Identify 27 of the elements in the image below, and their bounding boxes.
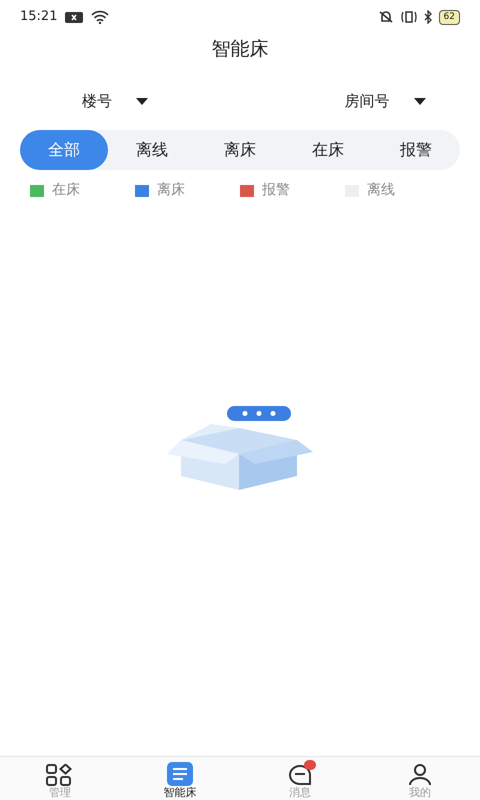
list-icon [167, 762, 193, 786]
bluetooth-icon [424, 10, 433, 24]
filter-tab[interactable]: 离床 [196, 130, 284, 170]
legend-label: 报警 [262, 181, 290, 200]
filter-tab[interactable]: 全部 [20, 130, 108, 170]
mute-icon [378, 10, 394, 24]
caret-icon [414, 98, 426, 104]
dropdown-filter[interactable]: 楼号 [82, 86, 148, 116]
vibrate-icon [400, 10, 418, 24]
legend-label: 在床 [52, 181, 80, 200]
legend-label: 离床 [157, 181, 185, 200]
wifi-icon [91, 10, 110, 24]
filter-tab[interactable]: 报警 [372, 130, 460, 170]
caret-icon [136, 98, 148, 104]
legend-label: 离线 [367, 181, 395, 200]
battery-icon: 62 [438, 10, 460, 24]
grid-icon [46, 764, 74, 786]
filter-tab[interactable]: 在床 [284, 130, 372, 170]
dropdown-filter[interactable]: 房间号 [344, 86, 426, 116]
person-icon [408, 764, 432, 786]
nav-tab[interactable]: 智能床 [120, 757, 240, 800]
page-title: 智能床 [212, 36, 268, 62]
status-time: 15:21 [20, 8, 58, 26]
chat-icon [288, 764, 312, 786]
notification-icon [65, 12, 84, 22]
notification-badge [304, 760, 316, 770]
filter-tab[interactable]: 离线 [108, 130, 196, 170]
